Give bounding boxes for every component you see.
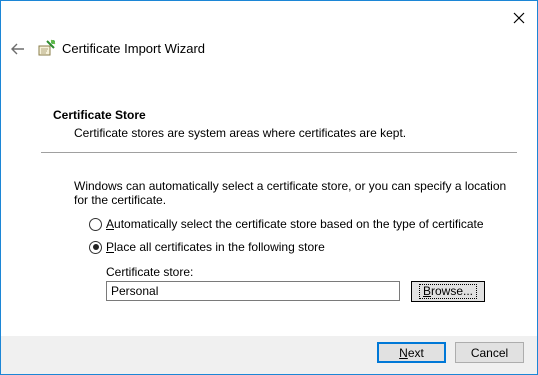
radio-button-unchecked[interactable] <box>89 217 102 231</box>
back-button[interactable] <box>9 40 27 58</box>
browse-button-label: Browse... <box>418 284 478 299</box>
close-button[interactable] <box>511 10 527 26</box>
wizard-content: Certificate Store Certificate stores are… <box>1 89 537 334</box>
certificate-store-field[interactable]: Personal <box>106 281 400 301</box>
certificate-store-label: Certificate store: <box>106 265 194 279</box>
cancel-button[interactable]: Cancel <box>455 342 524 363</box>
certificate-wizard-icon <box>38 39 56 57</box>
radio-button-checked[interactable] <box>89 240 102 254</box>
radio-auto-select-label: Automatically select the certificate sto… <box>106 217 484 231</box>
section-description: Certificate stores are system areas wher… <box>74 126 407 140</box>
window-title: Certificate Import Wizard <box>62 41 206 56</box>
close-icon <box>513 12 525 24</box>
section-title: Certificate Store <box>53 108 146 122</box>
radio-auto-select[interactable]: Automatically select the certificate sto… <box>89 216 484 232</box>
divider <box>41 152 517 153</box>
intro-text: Windows can automatically select a certi… <box>74 179 507 207</box>
browse-button[interactable]: Browse... <box>411 281 485 302</box>
next-button-label: Next <box>399 345 424 360</box>
arrow-left-icon <box>11 43 24 55</box>
wizard-window: Certificate Import Wizard Certificate St… <box>0 0 538 375</box>
next-button[interactable]: Next <box>377 342 446 363</box>
radio-place-in-store[interactable]: Place all certificates in the following … <box>89 239 325 255</box>
radio-place-in-store-label: Place all certificates in the following … <box>106 240 325 254</box>
